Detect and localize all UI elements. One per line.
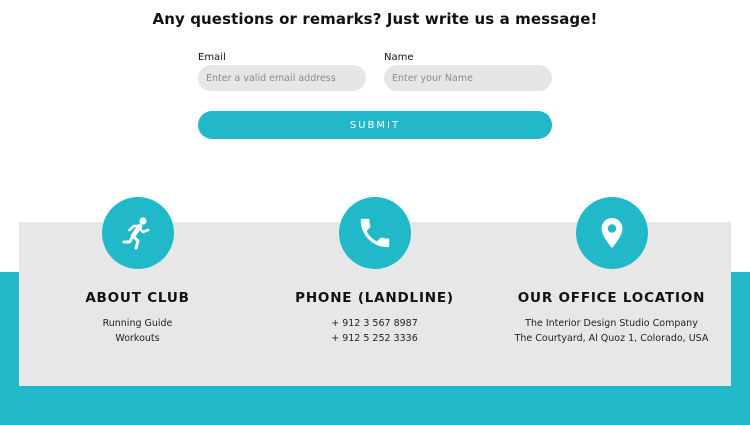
about-club-line-1: Running Guide — [102, 318, 173, 329]
about-club-column: ABOUT CLUB Running Guide Workouts — [19, 197, 256, 386]
phone-number-2: + 912 5 252 3336 — [331, 333, 418, 344]
office-location-title: OUR OFFICE LOCATION — [517, 290, 706, 306]
submit-button[interactable]: SUBMIT — [198, 111, 552, 139]
phone-number-1: + 912 3 567 8987 — [331, 318, 418, 329]
office-address-line-2: The Courtyard, Al Quoz 1, Colorado, USA — [514, 333, 709, 344]
location-pin-icon — [575, 197, 648, 269]
running-person-icon — [101, 197, 174, 269]
phone-column: PHONE (LANDLINE) + 912 3 567 8987 + 912 … — [256, 197, 493, 386]
email-label: Email — [198, 52, 226, 63]
name-label: Name — [384, 52, 414, 63]
about-club-title: ABOUT CLUB — [85, 290, 190, 306]
office-location-column: OUR OFFICE LOCATION The Interior Design … — [493, 197, 730, 386]
about-club-line-2: Workouts — [115, 333, 160, 344]
office-address-line-1: The Interior Design Studio Company — [525, 318, 698, 329]
phone-title: PHONE (LANDLINE) — [295, 290, 454, 306]
phone-icon — [338, 197, 411, 269]
email-field[interactable] — [198, 65, 366, 91]
form-heading: Any questions or remarks? Just write us … — [152, 10, 598, 28]
name-field[interactable] — [384, 65, 552, 91]
info-card: ABOUT CLUB Running Guide Workouts PHONE … — [19, 197, 731, 386]
